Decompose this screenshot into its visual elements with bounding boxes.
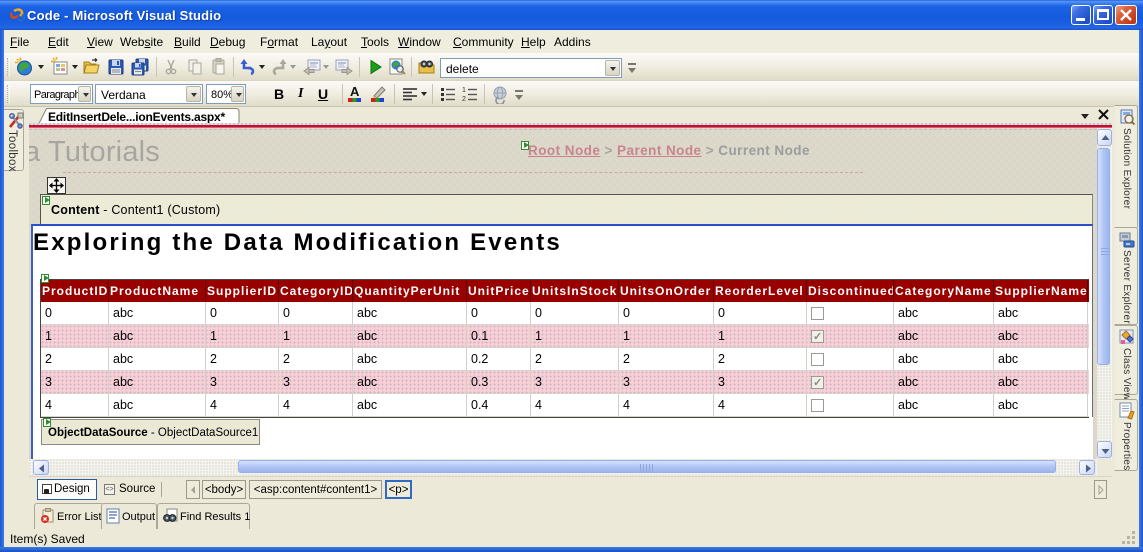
svg-text:1: 1 (462, 87, 466, 94)
svg-text:2: 2 (462, 96, 466, 103)
